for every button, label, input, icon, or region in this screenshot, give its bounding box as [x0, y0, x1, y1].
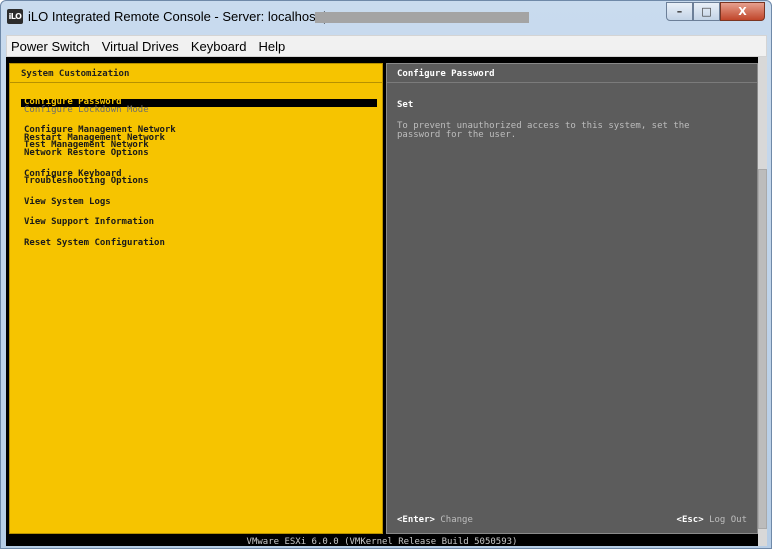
menu-keyboard[interactable]: Keyboard: [191, 39, 247, 54]
window-title: iLO Integrated Remote Console - Server: …: [28, 9, 327, 24]
ilo-remote-console-window: iLO iLO Integrated Remote Console - Serv…: [0, 0, 772, 549]
window-controls: – □ X: [666, 2, 765, 21]
remote-console-screen[interactable]: System Customization Configure Password …: [6, 57, 767, 547]
menu-power-switch[interactable]: Power Switch: [11, 39, 90, 54]
enter-action-label: Change: [440, 515, 473, 525]
esc-key-label: <Esc>: [676, 515, 704, 525]
menu-help[interactable]: Help: [258, 39, 285, 54]
customization-menu: Configure Password Configure Lockdown Mo…: [21, 98, 377, 248]
console-scrollbar[interactable]: [758, 57, 767, 546]
esc-hint: <Esc> Log Out: [677, 516, 747, 525]
panel-header: System Customization: [10, 64, 382, 83]
panel-description: To prevent unauthorized access to this s…: [397, 121, 690, 140]
menu-bar: Power Switch Virtual Drives Keyboard Hel…: [6, 35, 767, 57]
password-status-heading: Set: [397, 100, 414, 110]
minimize-button[interactable]: –: [666, 2, 693, 21]
ilo-logo-icon: iLO: [7, 9, 23, 24]
esxi-version-status: VMware ESXi 6.0.0 (VMKernel Release Buil…: [246, 537, 518, 547]
menu-item-network-restore-options[interactable]: Network Restore Options: [21, 149, 377, 158]
panel-title: Configure Password: [397, 69, 495, 79]
system-customization-panel: System Customization Configure Password …: [9, 63, 383, 534]
scrollbar-thumb[interactable]: [758, 169, 767, 529]
maximize-button[interactable]: □: [693, 2, 720, 21]
menu-item-view-support-information[interactable]: View Support Information: [21, 218, 377, 227]
panel-title: System Customization: [21, 69, 130, 79]
close-button[interactable]: X: [720, 2, 765, 21]
title-bar[interactable]: iLO iLO Integrated Remote Console - Serv…: [1, 1, 771, 33]
menu-virtual-drives[interactable]: Virtual Drives: [102, 39, 179, 54]
enter-hint: <Enter> Change: [397, 516, 473, 525]
menu-item-reset-system-configuration[interactable]: Reset System Configuration: [21, 239, 377, 248]
panel-header: Configure Password: [387, 64, 757, 83]
enter-key-label: <Enter>: [397, 515, 435, 525]
menu-item-configure-lockdown-mode[interactable]: Configure Lockdown Mode: [21, 105, 377, 115]
esc-action-label: Log Out: [709, 515, 747, 525]
menu-item-view-system-logs[interactable]: View System Logs: [21, 197, 377, 207]
configure-password-panel: Configure Password Set To prevent unauth…: [386, 63, 758, 534]
menu-item-troubleshooting-options[interactable]: Troubleshooting Options: [21, 177, 377, 186]
redacted-title-bar: [315, 12, 529, 23]
